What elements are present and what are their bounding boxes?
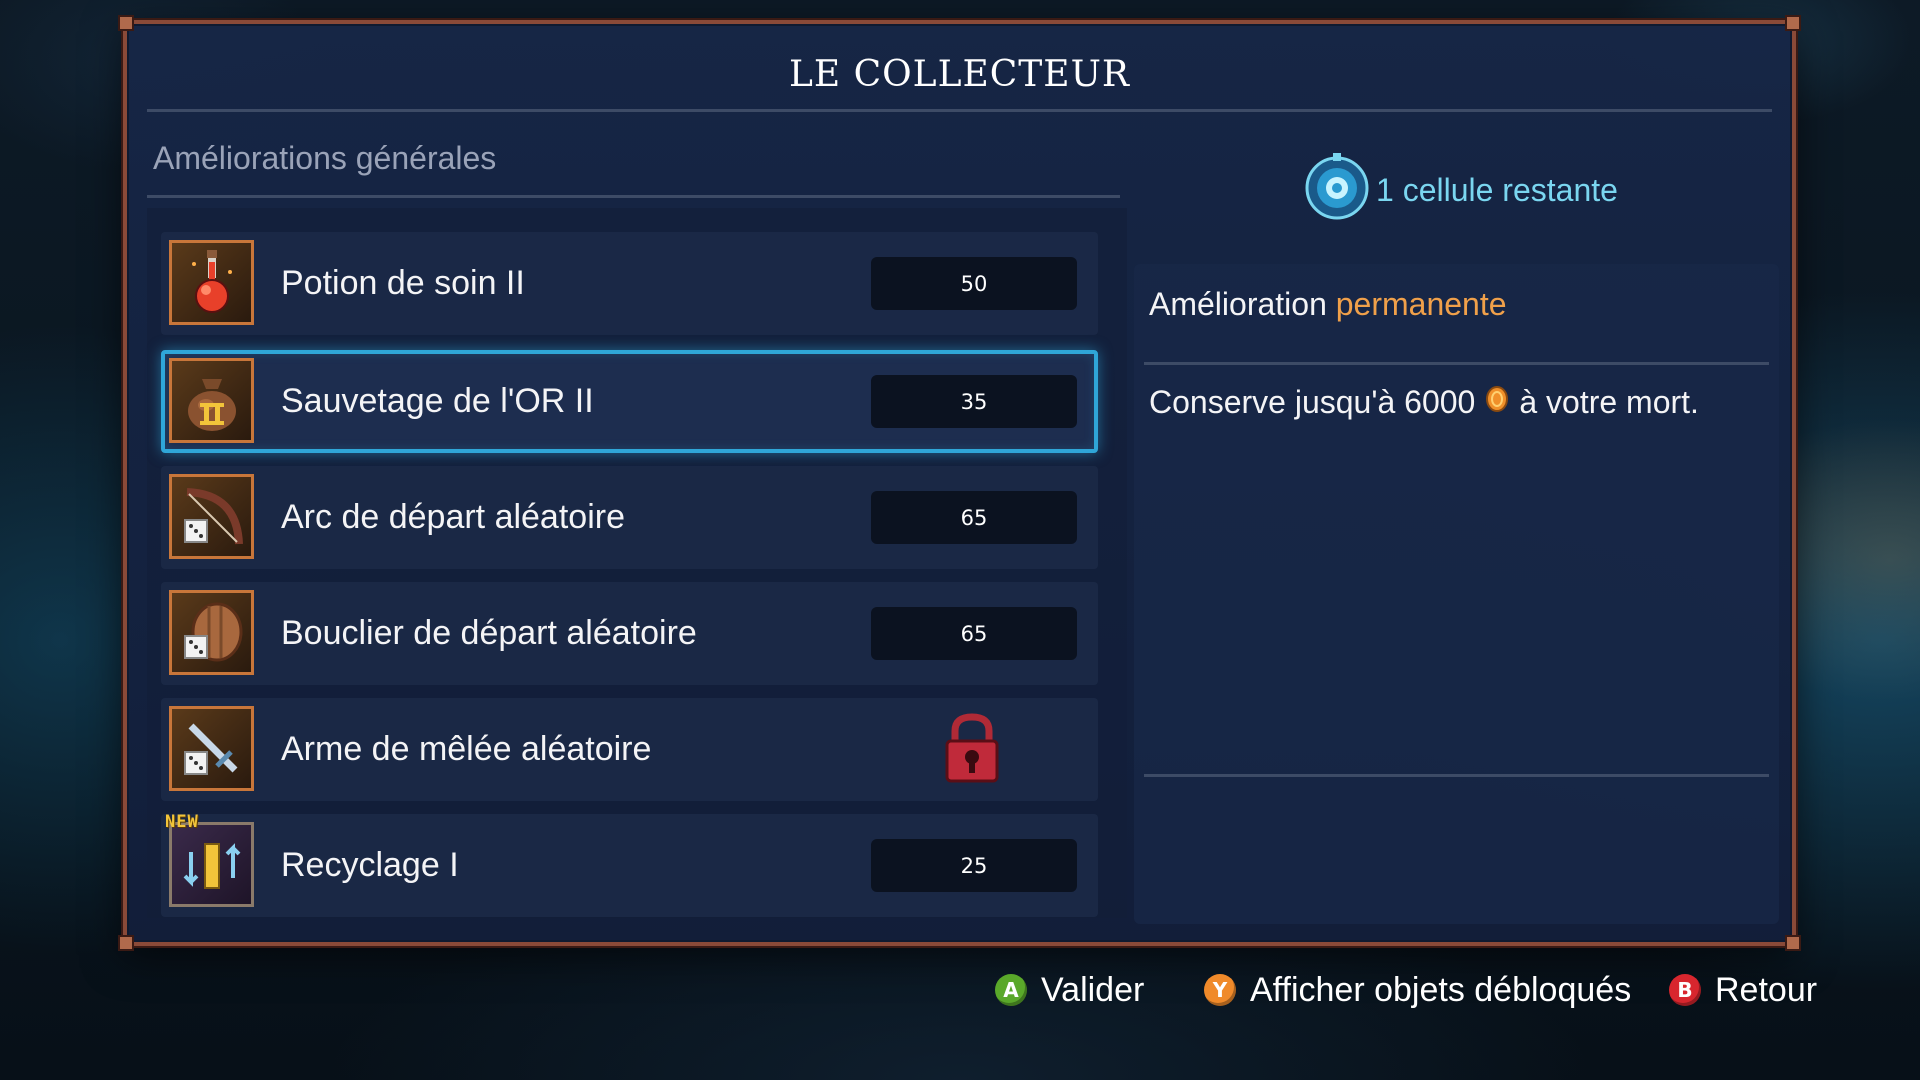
- frame-corner: [1785, 935, 1801, 951]
- upgrade-cost: 65: [871, 491, 1077, 544]
- upgrade-item-random-bow[interactable]: Arc de départ aléatoire 65: [161, 466, 1098, 569]
- upgrade-detail-pane: Amélioration permanente Conserve jusqu'à…: [1134, 264, 1779, 924]
- b-button-icon: B: [1669, 974, 1701, 1006]
- divider: [147, 195, 1120, 198]
- new-badge: NEW: [165, 812, 199, 832]
- detail-description: Conserve jusqu'à 6000 à votre mort.: [1149, 384, 1699, 421]
- validate-label: Valider: [1041, 970, 1145, 1009]
- detail-heading: Amélioration permanente: [1149, 286, 1507, 323]
- health-potion-icon: [169, 240, 254, 325]
- upgrade-name: Arc de départ aléatoire: [281, 498, 625, 536]
- collector-panel: LE COLLECTEUR Améliorations générales Po…: [118, 15, 1801, 951]
- recycle-icon: [169, 822, 254, 907]
- detail-heading-prefix: Amélioration: [1149, 286, 1327, 322]
- a-button-icon: A: [995, 974, 1027, 1006]
- divider: [1144, 774, 1769, 777]
- upgrade-name: Arme de mêlée aléatoire: [281, 730, 652, 768]
- section-label: Améliorations générales: [153, 140, 497, 176]
- divider: [1144, 362, 1769, 365]
- upgrade-item-random-shield[interactable]: Bouclier de départ aléatoire 65: [161, 582, 1098, 685]
- validate-button[interactable]: A Valider: [995, 965, 1144, 1015]
- upgrade-name: Sauvetage de l'OR II: [281, 382, 594, 420]
- upgrade-name: Potion de soin II: [281, 264, 525, 302]
- panel-title: LE COLLECTEUR: [788, 54, 1131, 95]
- show-unlocked-label: Afficher objets débloqués: [1250, 970, 1632, 1009]
- upgrade-cost: 35: [871, 375, 1077, 428]
- upgrade-cost: 50: [871, 257, 1077, 310]
- gold-coin-icon: [1485, 384, 1509, 421]
- gold-bag-icon: [169, 358, 254, 443]
- detail-desc-prefix: Conserve jusqu'à 6000: [1149, 384, 1476, 420]
- y-button-icon: Y: [1204, 974, 1236, 1006]
- show-unlocked-button[interactable]: Y Afficher objets débloqués: [1204, 965, 1631, 1015]
- upgrade-item-gold-rescue[interactable]: Sauvetage de l'OR II 35: [161, 350, 1098, 453]
- upgrade-name: Recyclage I: [281, 846, 459, 884]
- back-button[interactable]: B Retour: [1669, 965, 1817, 1015]
- bow-dice-icon: [169, 474, 254, 559]
- upgrade-cost: 25: [871, 839, 1077, 892]
- frame-corner: [118, 15, 134, 31]
- back-label: Retour: [1715, 970, 1818, 1009]
- detail-desc-suffix: à votre mort.: [1519, 384, 1699, 420]
- lock-icon: [941, 713, 1003, 789]
- frame-corner: [1785, 15, 1801, 31]
- sword-dice-icon: [169, 706, 254, 791]
- cells-counter: 1 cellule restante: [1304, 151, 1618, 229]
- cells-remaining-text: 1 cellule restante: [1376, 171, 1618, 208]
- upgrade-list: Potion de soin II 50 Sauvetage de l'OR I…: [147, 208, 1127, 918]
- upgrade-item-health-potion[interactable]: Potion de soin II 50: [161, 232, 1098, 335]
- frame-corner: [118, 935, 134, 951]
- detail-heading-accent: permanente: [1335, 286, 1507, 322]
- upgrade-item-random-melee[interactable]: Arme de mêlée aléatoire: [161, 698, 1098, 801]
- upgrade-item-recycling[interactable]: NEW Recyclage I 25: [161, 812, 1098, 917]
- shield-dice-icon: [169, 590, 254, 675]
- upgrade-name: Bouclier de départ aléatoire: [281, 614, 697, 652]
- divider: [147, 109, 1772, 112]
- cell-icon: [1304, 151, 1370, 229]
- upgrade-cost: 65: [871, 607, 1077, 660]
